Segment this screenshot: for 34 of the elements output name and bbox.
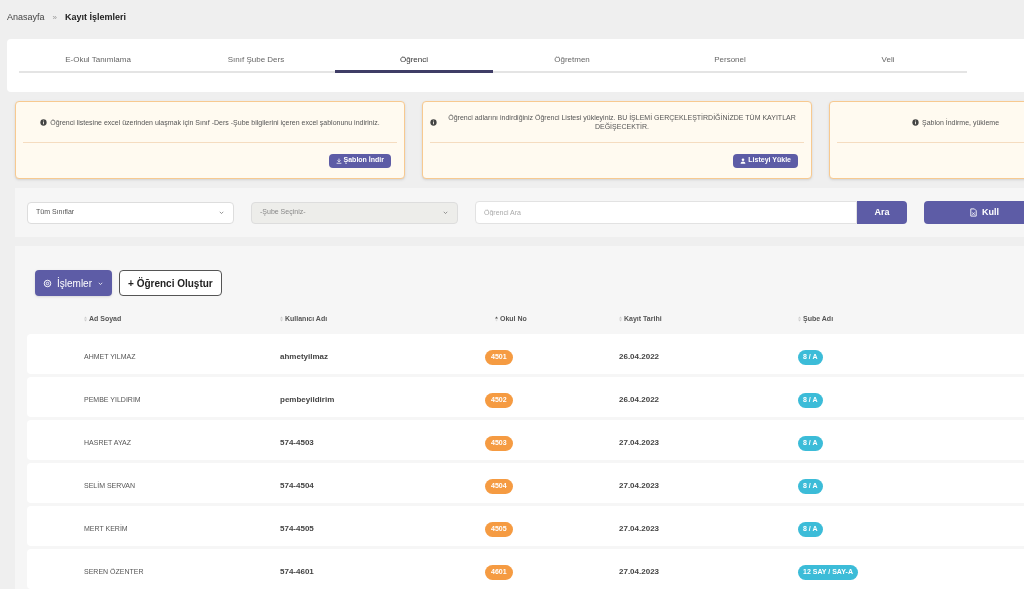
tab[interactable]: Sınıf Şube Ders bbox=[177, 53, 335, 73]
breadcrumb-separator: » bbox=[52, 12, 57, 24]
table-cell: 27.04.2023 bbox=[619, 524, 660, 533]
table-cell: 574-4601 bbox=[280, 567, 314, 576]
create-student-button[interactable]: + Öğrenci Oluştur bbox=[119, 270, 222, 296]
file-icon bbox=[969, 208, 978, 217]
chevron-icon bbox=[218, 209, 225, 216]
table-cell: 27.04.2023 bbox=[619, 567, 660, 576]
info-icon bbox=[40, 118, 48, 126]
table-cell: 26.04.2022 bbox=[619, 395, 660, 404]
table-cell: 26.04.2022 bbox=[619, 352, 660, 361]
table-cell: 574-4504 bbox=[280, 481, 314, 490]
chevron-icon bbox=[442, 209, 449, 216]
info-icon bbox=[912, 118, 919, 126]
tab[interactable]: Personel bbox=[651, 53, 809, 73]
table-cell: ahmetyilmaz bbox=[280, 352, 329, 361]
table-cell: 574-4505 bbox=[280, 524, 314, 533]
table-cell: pembeyildirim bbox=[280, 395, 335, 404]
tab[interactable]: Öğrenci bbox=[335, 53, 493, 73]
download-icon bbox=[335, 157, 342, 164]
tab[interactable]: Öğretmen bbox=[493, 53, 651, 73]
gear-icon bbox=[43, 278, 52, 288]
table-cell: 27.04.2023 bbox=[619, 481, 660, 490]
breadcrumb-current: Kayıt İşlemleri bbox=[65, 11, 126, 25]
table-cell: 574-4503 bbox=[280, 438, 314, 447]
table-cell: 27.04.2023 bbox=[619, 438, 660, 447]
info-icon bbox=[430, 118, 437, 126]
search-button[interactable]: Ara bbox=[857, 201, 907, 224]
breadcrumb-link[interactable]: Anasayfa bbox=[7, 11, 45, 25]
export-button[interactable]: Kull bbox=[924, 201, 1024, 224]
actions-menu-button[interactable]: İşlemler bbox=[35, 270, 112, 296]
user-icon bbox=[740, 157, 747, 164]
tab[interactable]: E-Okul Tanımlama bbox=[19, 53, 177, 73]
tab[interactable]: Veli bbox=[809, 53, 967, 73]
